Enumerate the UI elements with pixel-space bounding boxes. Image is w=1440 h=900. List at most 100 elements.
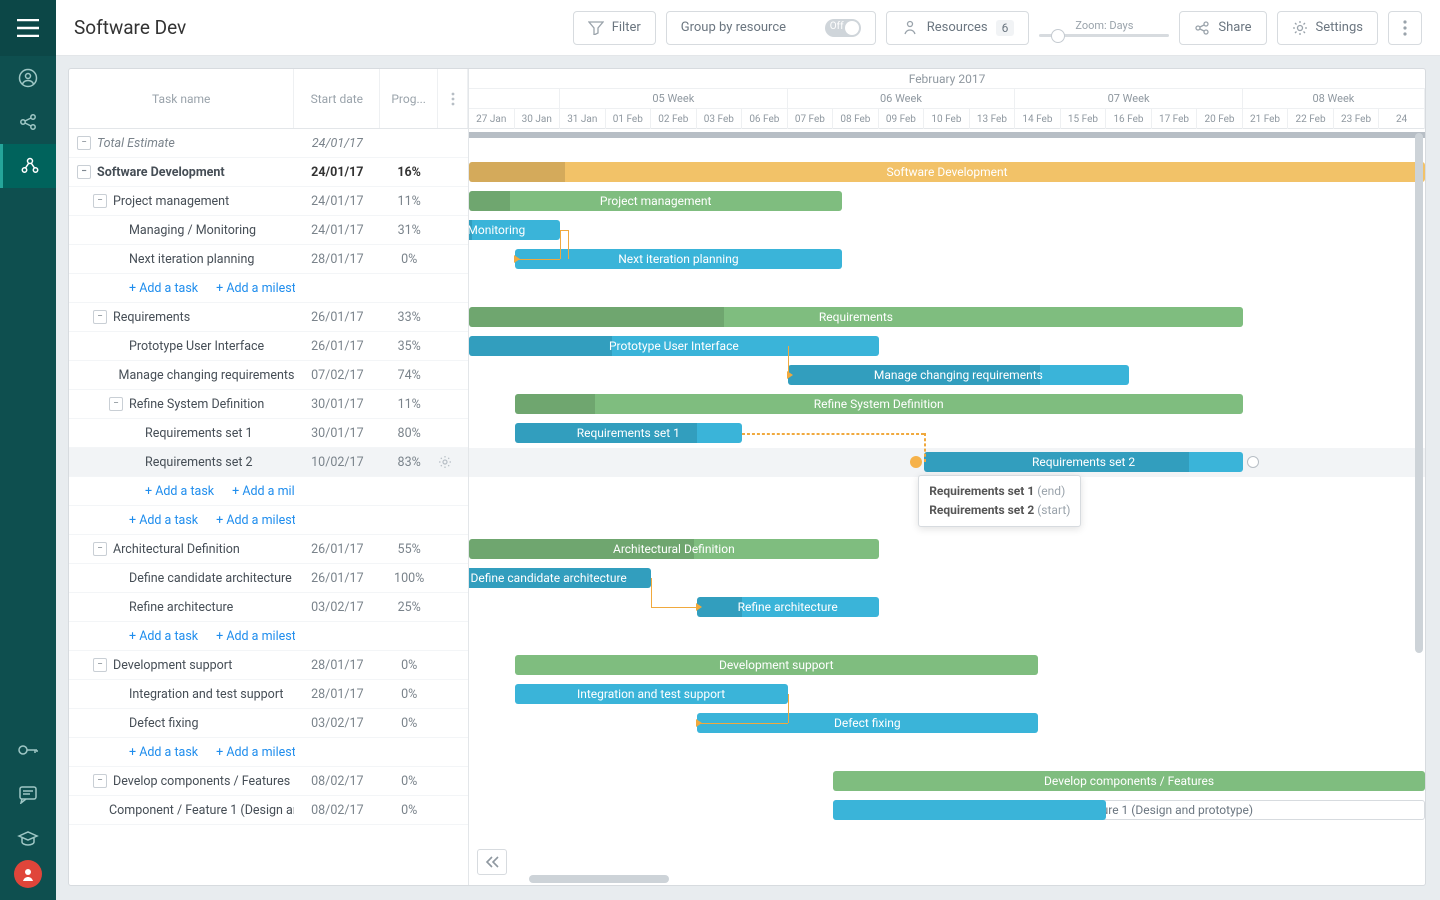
collapse-toggle[interactable]: − <box>93 310 107 324</box>
add-task-link[interactable]: + Add a task <box>145 484 214 499</box>
task-name: Requirements set 2 <box>145 455 253 470</box>
task-row[interactable]: Manage changing requirements07/02/1774% <box>69 361 468 390</box>
start-date: 28/01/17 <box>294 687 380 702</box>
progress-value: 83% <box>380 455 438 470</box>
task-row[interactable]: −Development support28/01/170% <box>69 651 468 680</box>
task-row[interactable]: Next iteration planning28/01/170% <box>69 245 468 274</box>
gantt-bar[interactable]: Refine System Definition <box>515 394 1243 414</box>
collapse-toggle[interactable]: − <box>93 194 107 208</box>
collapse-toggle[interactable]: − <box>77 136 91 150</box>
gantt-bar[interactable]: Requirements set 2 <box>924 452 1243 472</box>
nav-share[interactable] <box>0 100 56 144</box>
horizontal-scrollbar[interactable] <box>529 875 1415 883</box>
add-task-link[interactable]: + Add a task <box>129 629 198 644</box>
task-row[interactable]: Component / Feature 1 (Design and protot… <box>69 796 468 825</box>
task-name: Project management <box>113 194 229 209</box>
add-task-link[interactable]: + Add a task <box>129 281 198 296</box>
resources-icon <box>901 19 919 37</box>
gantt-bar[interactable] <box>833 800 1106 820</box>
task-row[interactable]: −Refine System Definition30/01/1711% <box>69 390 468 419</box>
task-row[interactable]: Define candidate architecture26/01/17100… <box>69 564 468 593</box>
day-label: 02 Feb <box>651 109 697 129</box>
task-row[interactable]: −Requirements26/01/1733% <box>69 303 468 332</box>
start-date: 24/01/17 <box>294 194 380 209</box>
task-row[interactable]: Managing / Monitoring24/01/1731% <box>69 216 468 245</box>
collapse-toggle[interactable]: − <box>93 542 107 556</box>
week-label: 08 Week <box>1243 89 1425 109</box>
gantt-bar[interactable]: Refine architecture <box>697 597 879 617</box>
gantt-bar[interactable]: Architectural Definition <box>469 539 879 559</box>
group-switch[interactable]: Off <box>825 19 861 37</box>
gantt-bar[interactable]: Development support <box>515 655 1039 675</box>
add-task-link[interactable]: + Add a task <box>129 513 198 528</box>
gantt-bar[interactable]: Project management <box>469 191 842 211</box>
task-row[interactable]: −Project management24/01/1711% <box>69 187 468 216</box>
task-name: Software Development <box>97 165 225 180</box>
gantt-bar[interactable]: Prototype User Interface <box>469 336 879 356</box>
task-row[interactable]: −Architectural Definition26/01/1755% <box>69 535 468 564</box>
add-task-link[interactable]: + Add a task <box>129 745 198 760</box>
task-row[interactable]: Integration and test support28/01/170% <box>69 680 468 709</box>
task-row[interactable]: Requirements set 2 10/02/1783% <box>69 448 468 477</box>
settings-button[interactable]: Settings <box>1277 11 1378 45</box>
add-milestone-link[interactable]: + Add a milestone <box>216 513 294 528</box>
nav-key[interactable] <box>0 728 56 772</box>
progress-value: 0% <box>380 687 438 702</box>
gantt-bar[interactable]: Software Development <box>469 162 1425 182</box>
task-row[interactable]: Refine architecture03/02/1725% <box>69 593 468 622</box>
avatar-face-icon <box>20 866 36 882</box>
add-milestone-link[interactable]: + Add a milestone <box>232 484 294 499</box>
gear-icon[interactable] <box>438 455 452 469</box>
collapse-toggle[interactable]: − <box>93 658 107 672</box>
task-row[interactable]: Defect fixing03/02/170% <box>69 709 468 738</box>
gantt-chart[interactable]: Software Development Project management Mo… <box>469 129 1425 885</box>
progress-value: 100% <box>380 571 438 586</box>
task-name: Next iteration planning <box>129 252 254 267</box>
total-estimate-bar[interactable] <box>469 132 1425 138</box>
task-row[interactable]: −Develop components / Features08/02/170% <box>69 767 468 796</box>
start-date: 08/02/17 <box>294 774 380 789</box>
gantt-bar[interactable]: Requirements set 1 <box>515 423 743 443</box>
start-date: 10/02/17 <box>295 455 381 470</box>
col-task-name[interactable]: Task name <box>69 69 294 128</box>
scroll-back-button[interactable] <box>477 849 507 875</box>
menu-button[interactable] <box>0 0 56 56</box>
gear-icon <box>1292 20 1308 36</box>
collapse-toggle[interactable]: − <box>93 774 107 788</box>
col-progress[interactable]: Prog... <box>380 69 438 128</box>
filter-button[interactable]: Filter <box>573 11 656 45</box>
task-row[interactable]: −Total Estimate24/01/17 <box>69 129 468 158</box>
gantt-bar[interactable]: Integration and test support <box>515 684 788 704</box>
add-milestone-link[interactable]: + Add a milestone <box>216 745 294 760</box>
task-row[interactable]: Requirements set 130/01/1780% <box>69 419 468 448</box>
day-label: 10 Feb <box>924 109 970 129</box>
nav-team[interactable] <box>0 144 56 188</box>
nav-chat[interactable] <box>0 772 56 816</box>
add-milestone-link[interactable]: + Add a milestone <box>216 629 294 644</box>
collapse-toggle[interactable]: − <box>109 397 123 411</box>
group-by-button[interactable]: Group by resource Off <box>666 11 876 45</box>
gantt-bar[interactable]: Manage changing requirements <box>788 365 1129 385</box>
col-menu[interactable] <box>438 69 468 128</box>
user-avatar[interactable] <box>14 860 42 888</box>
more-button[interactable] <box>1388 11 1422 45</box>
add-milestone-link[interactable]: + Add a milestone <box>216 281 294 296</box>
share-button[interactable]: Share <box>1179 11 1266 45</box>
task-row[interactable]: Prototype User Interface26/01/1735% <box>69 332 468 361</box>
gantt-bar[interactable]: Next iteration planning <box>515 249 843 269</box>
day-label: 09 Feb <box>879 109 925 129</box>
resources-button[interactable]: Resources 6 <box>886 11 1030 45</box>
nav-learn[interactable] <box>0 816 56 860</box>
collapse-toggle[interactable]: − <box>77 165 91 179</box>
gantt-bar[interactable]: Requirements <box>469 307 1243 327</box>
bar-end-handle[interactable] <box>1247 456 1259 468</box>
gantt-bar[interactable]: Define candidate architecture <box>469 568 651 588</box>
gantt-bar[interactable]: Monitoring <box>469 220 560 240</box>
gantt-bar[interactable]: Develop components / Features <box>833 771 1425 791</box>
col-start-date[interactable]: Start date <box>294 69 380 128</box>
task-name: Develop components / Features <box>113 774 290 789</box>
nav-profile[interactable] <box>0 56 56 100</box>
zoom-slider[interactable]: Zoom: Days <box>1039 19 1169 37</box>
vertical-scrollbar[interactable] <box>1415 133 1423 875</box>
task-row[interactable]: −Software Development24/01/1716% <box>69 158 468 187</box>
